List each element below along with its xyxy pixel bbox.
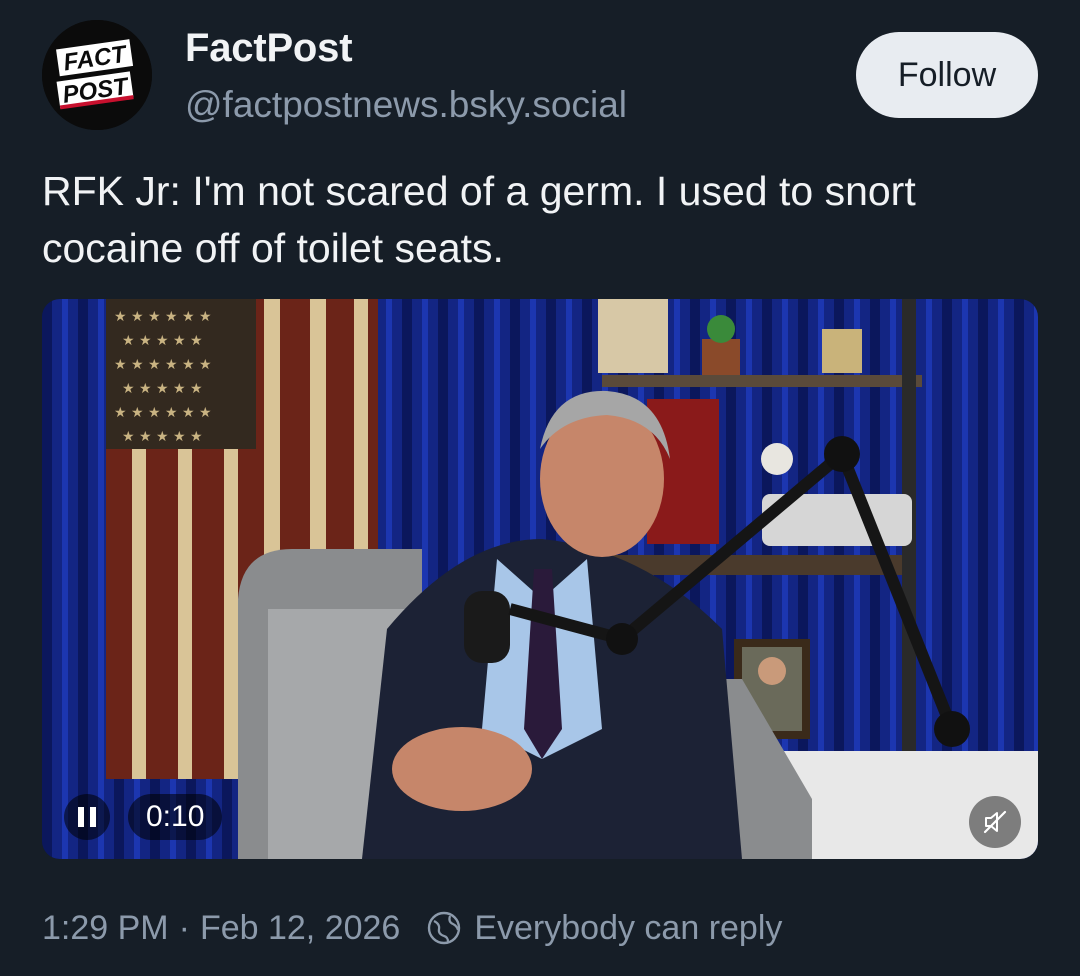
post-timestamp[interactable]: 1:29 PM xyxy=(42,909,169,948)
author-display-name[interactable]: FactPost xyxy=(185,26,353,71)
video-time: 0:10 xyxy=(128,794,223,840)
svg-text:★ ★ ★ ★ ★ ★: ★ ★ ★ ★ ★ ★ xyxy=(114,357,212,373)
svg-text:★ ★ ★ ★ ★: ★ ★ ★ ★ ★ xyxy=(122,333,203,349)
post-date[interactable]: Feb 12, 2026 xyxy=(200,909,400,948)
author-handle[interactable]: @factpostnews.bsky.social xyxy=(185,84,627,126)
post-text: RFK Jr: I'm not scared of a germ. I used… xyxy=(42,168,916,271)
globe-icon xyxy=(428,911,461,945)
svg-text:★ ★ ★ ★ ★ ★: ★ ★ ★ ★ ★ ★ xyxy=(114,309,212,325)
author-avatar[interactable]: FACT POST xyxy=(42,20,152,130)
mute-button[interactable] xyxy=(969,796,1021,848)
pause-icon xyxy=(78,807,96,827)
pause-button[interactable] xyxy=(64,794,110,840)
svg-text:★ ★ ★ ★ ★: ★ ★ ★ ★ ★ xyxy=(122,381,203,397)
muted-speaker-icon xyxy=(983,810,1007,834)
reply-setting[interactable]: Everybody can reply xyxy=(426,909,782,948)
video-frame: ★ ★ ★ ★ ★ ★ ★ ★ ★ ★ ★ ★ ★ ★ ★ ★ ★ ★ ★ ★ … xyxy=(42,299,1038,859)
video-player[interactable]: ★ ★ ★ ★ ★ ★ ★ ★ ★ ★ ★ ★ ★ ★ ★ ★ ★ ★ ★ ★ … xyxy=(42,299,1038,859)
follow-button[interactable]: Follow xyxy=(856,32,1038,118)
reply-setting-label: Everybody can reply xyxy=(474,908,783,947)
meta-separator: · xyxy=(178,908,190,947)
post-meta: 1:29 PM · Feb 12, 2026 Everybody can rep… xyxy=(42,905,782,951)
svg-text:★ ★ ★ ★ ★: ★ ★ ★ ★ ★ xyxy=(122,429,203,445)
svg-text:★ ★ ★ ★ ★ ★: ★ ★ ★ ★ ★ ★ xyxy=(114,405,212,421)
factpost-logo: FACT POST xyxy=(42,20,152,130)
